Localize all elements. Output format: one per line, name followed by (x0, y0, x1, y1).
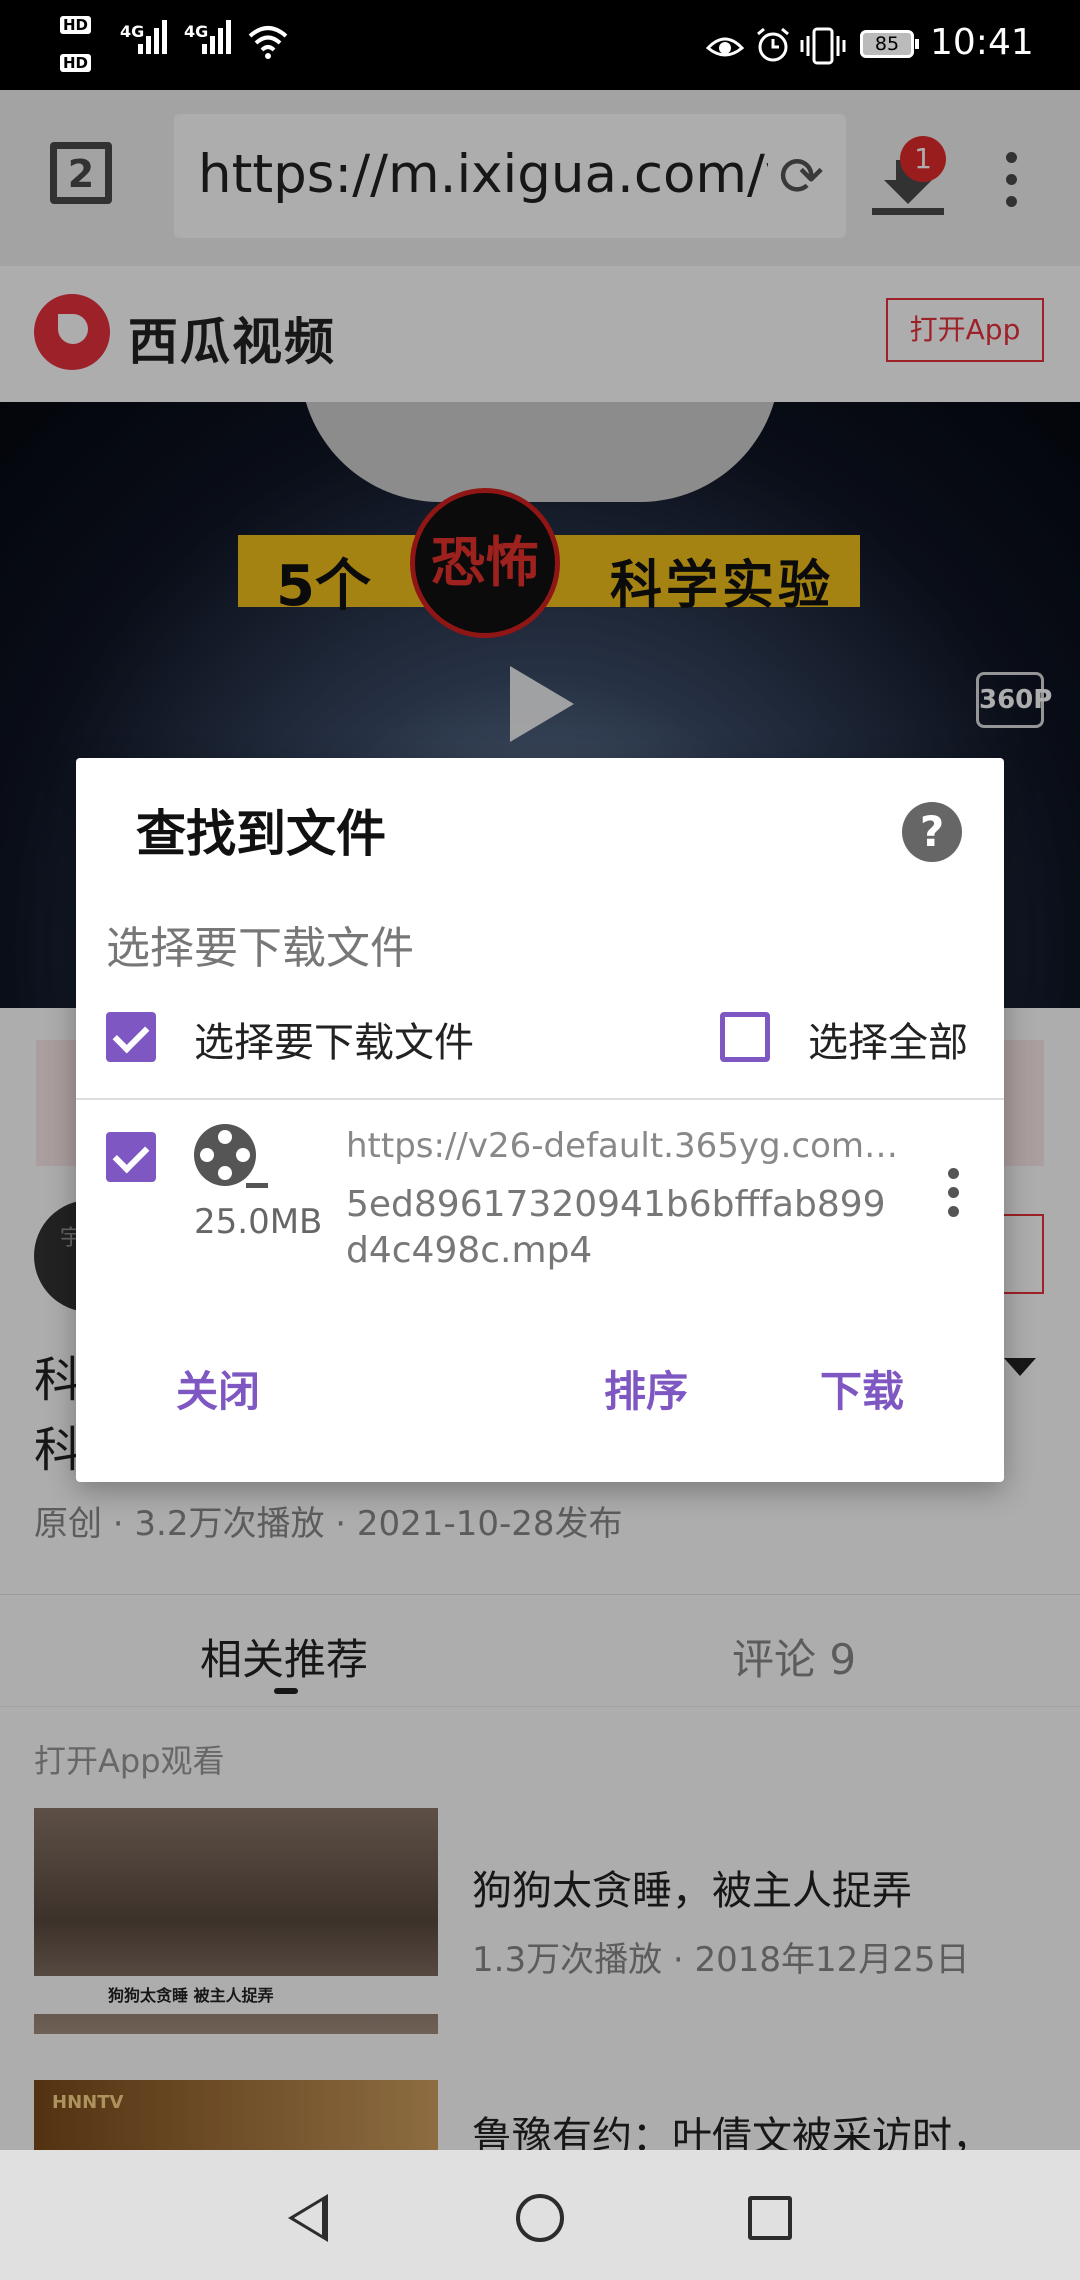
file-size: 25.0MB (194, 1202, 323, 1242)
file-checkbox[interactable] (106, 1132, 156, 1182)
select-all-label[interactable]: 选择全部 (808, 1010, 968, 1068)
signal-icon-1 (138, 20, 167, 54)
signal-icon-2 (202, 20, 231, 54)
hd-tag-1: HD (60, 16, 92, 34)
nav-scrim (0, 2150, 1080, 2280)
film-reel-icon (194, 1124, 268, 1188)
help-icon[interactable]: ? (902, 802, 962, 862)
select-files-checkbox[interactable] (106, 1012, 156, 1062)
clock: 10:41 (930, 22, 1034, 63)
alarm-icon (757, 27, 789, 62)
dialog-title: 查找到文件 (136, 805, 386, 863)
divider (76, 1098, 1004, 1100)
hd-tag-2: HD (60, 54, 92, 72)
select-all-checkbox[interactable] (720, 1012, 770, 1062)
file-more-icon[interactable] (948, 1168, 960, 1225)
eye-icon (706, 37, 744, 57)
file-name: 5ed89617320941b6bfffab899d4c498c.mp4 (346, 1184, 886, 1271)
found-files-dialog: 查找到文件 ? 选择要下载文件 选择要下载文件 选择全部 25.0MB http… (76, 758, 1004, 1482)
download-button[interactable]: 下载 (820, 1358, 904, 1419)
dialog-subtitle: 选择要下载文件 (106, 923, 414, 974)
status-bar: HD HD 4G 4G 85 10:41 (0, 0, 1080, 90)
wifi-icon (248, 26, 288, 59)
vibrate-icon (800, 27, 846, 65)
sort-button[interactable]: 排序 (604, 1358, 688, 1419)
select-files-label[interactable]: 选择要下载文件 (194, 1010, 474, 1068)
close-button[interactable]: 关闭 (176, 1358, 260, 1419)
battery-indicator: 85 (860, 30, 919, 58)
file-url: https://v26-default.365yg.com/ec... (346, 1126, 906, 1166)
